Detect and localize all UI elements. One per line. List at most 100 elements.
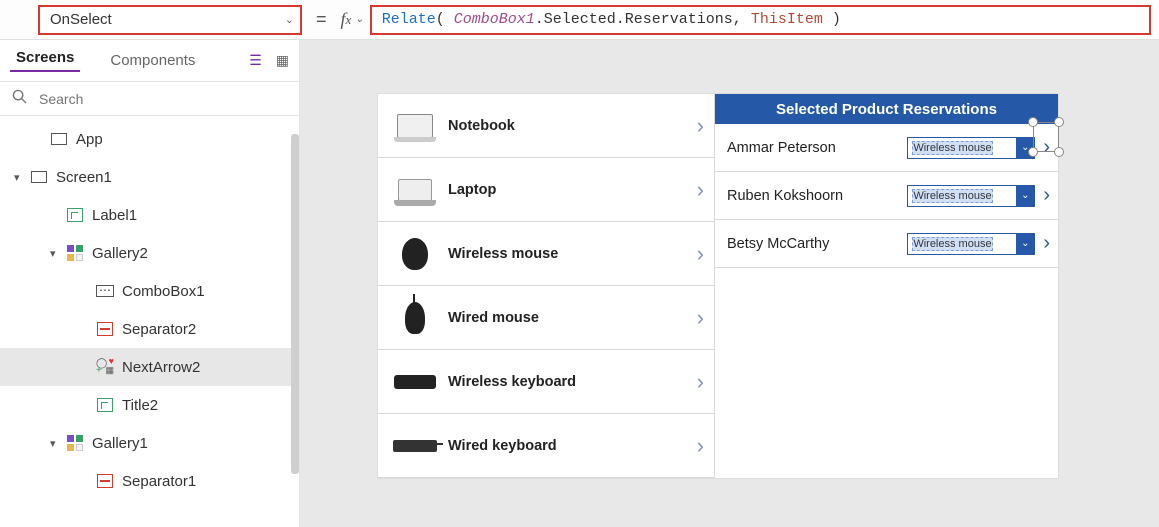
search-icon <box>12 89 27 108</box>
tree-item-nextarrow2[interactable]: ◯♥+▦NextArrow2 <box>0 348 299 386</box>
tree-view-panel: Screens Components ☰ ▦ App ▾ Screen1 Label1… <box>0 40 300 527</box>
product-thumbnail <box>392 298 438 338</box>
product-row[interactable]: Wired keyboard› <box>378 414 714 478</box>
product-name: Wireless keyboard <box>448 374 697 390</box>
reservation-combobox[interactable]: Wireless mouse⌄ <box>907 233 1035 255</box>
label-icon <box>64 208 86 222</box>
gallery-icon <box>64 245 86 261</box>
chevron-down-icon[interactable]: ⌄ <box>1016 186 1034 206</box>
tree-item-label: Label1 <box>92 207 137 224</box>
formula-token: ( <box>436 11 454 28</box>
formula-token: .Selected.Reservations <box>535 11 733 28</box>
tree-item-label: Gallery2 <box>92 245 148 262</box>
search-bar[interactable] <box>0 82 299 116</box>
formula-token: , <box>733 11 751 28</box>
chevron-right-icon[interactable]: › <box>697 305 704 331</box>
reservations-panel: Selected Product Reservations Ammar Pete… <box>714 94 1058 478</box>
product-thumbnail <box>392 170 438 210</box>
list-view-icon[interactable]: ☰ <box>249 52 262 69</box>
chevron-right-icon[interactable]: › <box>697 113 704 139</box>
screen-icon <box>28 171 50 183</box>
product-name: Laptop <box>448 182 697 198</box>
tree-item-combobox1[interactable]: ComboBox1 <box>0 272 299 310</box>
gallery-icon <box>64 435 86 451</box>
combobox-value: Wireless mouse <box>908 238 1016 250</box>
product-row[interactable]: Laptop› <box>378 158 714 222</box>
next-arrow-selected[interactable]: › <box>1035 136 1050 159</box>
reservation-row: Ruben KokshoornWireless mouse⌄ › <box>715 172 1058 220</box>
search-input[interactable] <box>37 90 287 108</box>
reservation-combobox[interactable]: Wireless mouse⌄ <box>907 137 1035 159</box>
tree-item-label: Separator1 <box>122 473 196 490</box>
tree-item-separator1[interactable]: Separator1 <box>0 462 299 500</box>
reservation-row: Betsy McCarthyWireless mouse⌄ › <box>715 220 1058 268</box>
tree-item-gallery2[interactable]: ▾ Gallery2 <box>0 234 299 272</box>
chevron-down-icon[interactable]: ⌄ <box>1016 234 1034 254</box>
expand-caret-icon[interactable]: ▾ <box>14 171 28 184</box>
reservation-combobox[interactable]: Wireless mouse⌄ <box>907 185 1035 207</box>
square-icon <box>48 133 70 145</box>
tree-item-label: NextArrow2 <box>122 359 200 376</box>
scrollbar-thumb[interactable] <box>291 134 299 474</box>
chevron-right-icon[interactable]: › <box>697 177 704 203</box>
formula-bar: OnSelect ⌄ = fx⌄ Relate( ComboBox1.Selec… <box>0 0 1159 40</box>
tree-item-screen1[interactable]: ▾ Screen1 <box>0 158 299 196</box>
tab-components[interactable]: Components <box>104 52 201 69</box>
formula-input[interactable]: Relate( ComboBox1.Selected.Reservations,… <box>370 5 1151 35</box>
chevron-right-icon[interactable]: › <box>1043 184 1050 207</box>
tree-item-label: Screen1 <box>56 169 112 186</box>
combobox-value: Wireless mouse <box>908 142 1016 154</box>
chevron-right-icon[interactable]: › <box>697 241 704 267</box>
reservation-name: Betsy McCarthy <box>727 236 907 252</box>
tab-screens[interactable]: Screens <box>10 49 80 72</box>
reservation-name: Ruben Kokshoorn <box>727 188 907 204</box>
product-row[interactable]: Notebook› <box>378 94 714 158</box>
property-selector-value: OnSelect <box>50 11 112 28</box>
sep-icon <box>94 474 116 488</box>
expand-caret-icon[interactable]: ▾ <box>50 247 64 260</box>
canvas-area: Notebook›Laptop›Wireless mouse›Wired mou… <box>300 40 1159 527</box>
formula-token: ThisItem <box>751 11 823 28</box>
canvas-frame: Notebook›Laptop›Wireless mouse›Wired mou… <box>378 94 1058 478</box>
reservations-header: Selected Product Reservations <box>715 94 1058 124</box>
sep-icon <box>94 322 116 336</box>
tree-item-label: Gallery1 <box>92 435 148 452</box>
tree-item-label: ComboBox1 <box>122 283 205 300</box>
tree-item-label1[interactable]: Label1 <box>0 196 299 234</box>
property-selector[interactable]: OnSelect ⌄ <box>38 5 302 35</box>
product-thumbnail <box>392 362 438 402</box>
product-gallery: Notebook›Laptop›Wireless mouse›Wired mou… <box>378 94 714 478</box>
combobox-value: Wireless mouse <box>908 190 1016 202</box>
product-thumbnail <box>392 106 438 146</box>
tree-item-label: App <box>76 131 103 148</box>
grid-view-icon[interactable]: ▦ <box>276 52 289 69</box>
expand-caret-icon[interactable]: ▾ <box>50 437 64 450</box>
product-row[interactable]: Wireless keyboard› <box>378 350 714 414</box>
product-thumbnail <box>392 426 438 466</box>
product-row[interactable]: Wireless mouse› <box>378 222 714 286</box>
label-icon <box>94 398 116 412</box>
product-name: Wired keyboard <box>448 438 697 454</box>
formula-token: ) <box>823 11 841 28</box>
formula-token: ComboBox1 <box>454 11 535 28</box>
tree-item-label: Title2 <box>122 397 158 414</box>
tree-item-gallery1[interactable]: ▾ Gallery1 <box>0 424 299 462</box>
product-thumbnail <box>392 234 438 274</box>
tree-item-label: Separator2 <box>122 321 196 338</box>
combo-icon <box>94 285 116 297</box>
fx-icon[interactable]: fx⌄ <box>341 9 364 30</box>
tree-item-app[interactable]: App <box>0 120 299 158</box>
tree-item-title2[interactable]: Title2 <box>0 386 299 424</box>
tree-item-separator2[interactable]: Separator2 <box>0 310 299 348</box>
product-row[interactable]: Wired mouse› <box>378 286 714 350</box>
chevron-right-icon[interactable]: › <box>697 369 704 395</box>
reservation-row: Ammar PetersonWireless mouse⌄› <box>715 124 1058 172</box>
tree-view: App ▾ Screen1 Label1 ▾ Gallery2 ComboBox1 Separ… <box>0 116 299 527</box>
chevron-right-icon[interactable]: › <box>697 433 704 459</box>
panel-tabs: Screens Components ☰ ▦ <box>0 40 299 82</box>
product-name: Wired mouse <box>448 310 697 326</box>
product-name: Notebook <box>448 118 697 134</box>
chevron-right-icon[interactable]: › <box>1043 232 1050 255</box>
chevron-down-icon: ⌄ <box>355 14 363 25</box>
equals-sign: = <box>316 9 327 30</box>
